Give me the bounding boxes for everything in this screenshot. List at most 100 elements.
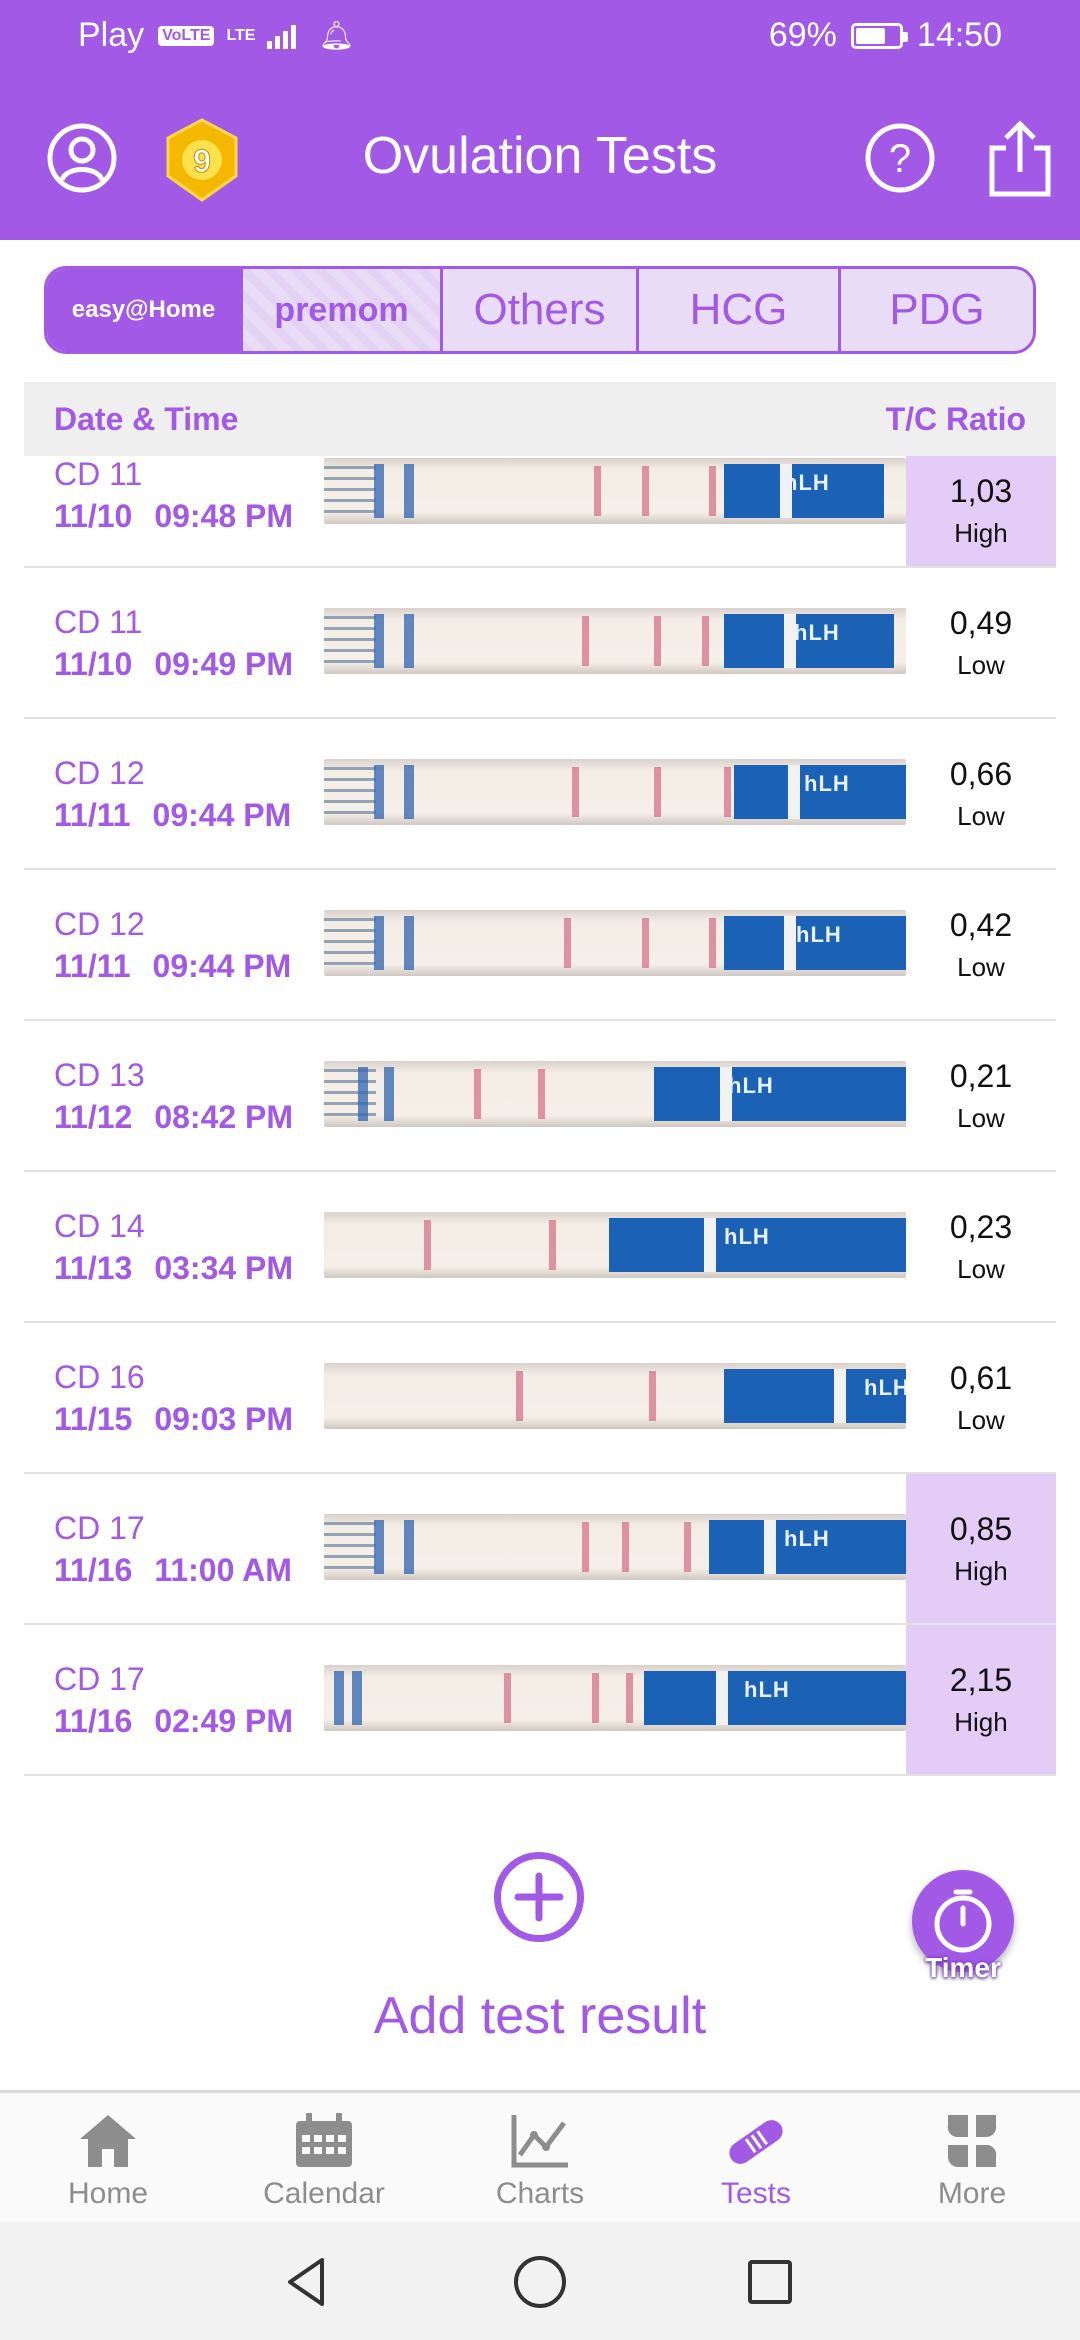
table-row[interactable]: CD 11 11/10 09:48 PM hLH 1,03 High xyxy=(24,456,1056,568)
strip-label: hLH xyxy=(784,1526,830,1551)
tc-ratio-cell: 0,61 Low xyxy=(906,1323,1056,1472)
cycle-day-label: CD 14 xyxy=(54,1208,145,1244)
plus-icon xyxy=(514,1872,564,1922)
strip-test-line xyxy=(582,616,589,666)
tc-ratio-value: 0,42 xyxy=(949,906,1013,943)
table-row[interactable]: CD 12 11/11 09:44 PM hLH 0,42 Low xyxy=(24,870,1056,1021)
test-date: 11/16 xyxy=(54,1703,133,1739)
strip-label: hLH xyxy=(728,1073,774,1098)
test-date: 11/11 xyxy=(54,797,131,833)
test-strip-photo[interactable]: hLH xyxy=(324,759,906,825)
test-date: 11/13 xyxy=(54,1250,133,1286)
help-icon[interactable]: ? xyxy=(864,122,936,194)
table-header: Date & Time T/C Ratio xyxy=(24,382,1056,456)
strip-handle-band xyxy=(834,1369,846,1423)
strip-label: hLH xyxy=(804,771,850,796)
test-strip-photo[interactable]: hLH xyxy=(324,1514,906,1580)
test-strip-photo[interactable]: hLH xyxy=(324,910,906,976)
nav-home-label: Home xyxy=(67,2177,149,2210)
strip-test-line xyxy=(474,1069,481,1119)
network-type: LTE xyxy=(226,26,256,44)
test-strip-photo[interactable]: hLH xyxy=(324,1061,906,1127)
table-row[interactable]: CD 17 11/16 02:49 PM hLH 2,15 High xyxy=(24,1625,1056,1776)
add-test-button[interactable] xyxy=(494,1852,584,1942)
strip-waves xyxy=(324,1069,376,1117)
nav-more-label: More xyxy=(937,2177,1007,2210)
strip-label: hLH xyxy=(724,1224,770,1249)
table-row[interactable]: CD 16 11/15 09:03 PM hLH 0,61 Low xyxy=(24,1323,1056,1474)
tc-ratio-cell: 1,03 High xyxy=(906,456,1056,566)
table-row[interactable]: CD 11 11/10 09:49 PM hLH 0,49 Low xyxy=(24,568,1056,719)
tc-ratio-value: 0,49 xyxy=(949,604,1013,641)
strip-test-line xyxy=(572,767,579,817)
test-strip-photo[interactable]: hLH xyxy=(324,1212,906,1278)
add-test-label[interactable]: Add test result xyxy=(0,1986,1080,2046)
table-row[interactable]: CD 14 11/13 03:34 PM hLH 0,23 Low xyxy=(24,1172,1056,1323)
strip-test-line xyxy=(642,466,649,516)
tab-premom[interactable]: premom xyxy=(243,269,443,351)
nav-tests[interactable]: Tests xyxy=(648,2093,864,2222)
nav-home[interactable]: Home xyxy=(0,2093,216,2222)
strip-handle-band xyxy=(764,1520,776,1574)
test-results-list[interactable]: CD 11 11/10 09:48 PM hLH 1,03 High CD 11 11/10 0… xyxy=(24,456,1056,1776)
test-strip-photo[interactable]: hLH xyxy=(324,1363,906,1429)
strip-label: hLH xyxy=(796,922,842,947)
test-strip-photo[interactable]: hLH xyxy=(324,608,906,674)
app-bar: 9 Ovulation Tests ? xyxy=(0,72,1080,240)
test-time: 09:44 PM xyxy=(152,948,292,984)
test-date: 11/16 xyxy=(54,1552,133,1588)
recents-icon[interactable] xyxy=(740,2252,800,2312)
svg-text:?: ? xyxy=(889,137,911,181)
system-nav-bar xyxy=(0,2222,1080,2340)
tab-easy-at-home[interactable]: easy@Home xyxy=(47,269,243,351)
test-strip-photo[interactable]: hLH xyxy=(324,458,906,524)
tc-ratio-value: 0,23 xyxy=(949,1208,1013,1245)
strip-test-line xyxy=(654,616,661,666)
status-right: 69% 14:50 xyxy=(769,16,1002,55)
test-date: 11/10 xyxy=(54,646,133,682)
share-icon[interactable] xyxy=(984,118,1056,198)
strip-arrow-mark xyxy=(352,1671,362,1725)
nav-calendar[interactable]: Calendar xyxy=(216,2093,432,2222)
tab-pdg[interactable]: PDG xyxy=(841,269,1033,351)
timer-label[interactable]: Timer xyxy=(902,1952,1024,1984)
table-row[interactable]: CD 13 11/12 08:42 PM hLH 0,21 Low xyxy=(24,1021,1056,1172)
tab-hcg[interactable]: HCG xyxy=(639,269,841,351)
tc-ratio-value: 0,85 xyxy=(949,1510,1013,1547)
date-time-label: 11/16 02:49 PM xyxy=(54,1703,293,1740)
tc-ratio-value: 1,03 xyxy=(949,473,1013,509)
strip-test-line xyxy=(649,1371,656,1421)
notification-bell-icon: 🔔︎ xyxy=(318,20,355,51)
tab-others[interactable]: Others xyxy=(443,269,639,351)
cycle-day-label: CD 12 xyxy=(54,906,145,942)
calendar-icon xyxy=(296,2113,352,2167)
strip-arrow-mark xyxy=(404,765,414,819)
nav-charts[interactable]: Charts xyxy=(432,2093,648,2222)
volte-badge: VoLTE xyxy=(158,25,215,46)
back-icon[interactable] xyxy=(278,2252,338,2312)
tc-ratio-level: Low xyxy=(957,1404,1005,1435)
cycle-day-label: CD 13 xyxy=(54,1057,145,1093)
test-time: 09:44 PM xyxy=(152,797,292,833)
strip-arrow-mark xyxy=(404,1520,414,1574)
column-header-date: Date & Time xyxy=(54,400,239,437)
strip-arrow-mark xyxy=(404,614,414,668)
nav-more[interactable]: More xyxy=(864,2093,1080,2222)
test-strip-photo[interactable]: hLH xyxy=(324,1665,906,1731)
table-row[interactable]: CD 17 11/16 11:00 AM hLH 0,85 High xyxy=(24,1474,1056,1625)
cycle-day-label: CD 16 xyxy=(54,1359,145,1395)
test-time: 09:48 PM xyxy=(154,498,294,534)
nav-charts-label: Charts xyxy=(495,2177,585,2210)
strip-handle-band xyxy=(784,916,796,970)
strip-arrow-mark xyxy=(358,1067,368,1121)
strip-handle-band xyxy=(704,1218,716,1272)
clock: 14:50 xyxy=(916,16,1002,54)
strip-test-line xyxy=(654,767,661,817)
tc-ratio-level: High xyxy=(954,1706,1008,1737)
cycle-day-label: CD 17 xyxy=(54,1510,145,1546)
table-row[interactable]: CD 12 11/11 09:44 PM hLH 0,66 Low xyxy=(24,719,1056,870)
tc-ratio-level: High xyxy=(954,518,1008,548)
home-circle-icon[interactable] xyxy=(510,2252,570,2312)
tc-ratio-level: Low xyxy=(957,951,1005,982)
test-time: 09:03 PM xyxy=(154,1401,294,1437)
